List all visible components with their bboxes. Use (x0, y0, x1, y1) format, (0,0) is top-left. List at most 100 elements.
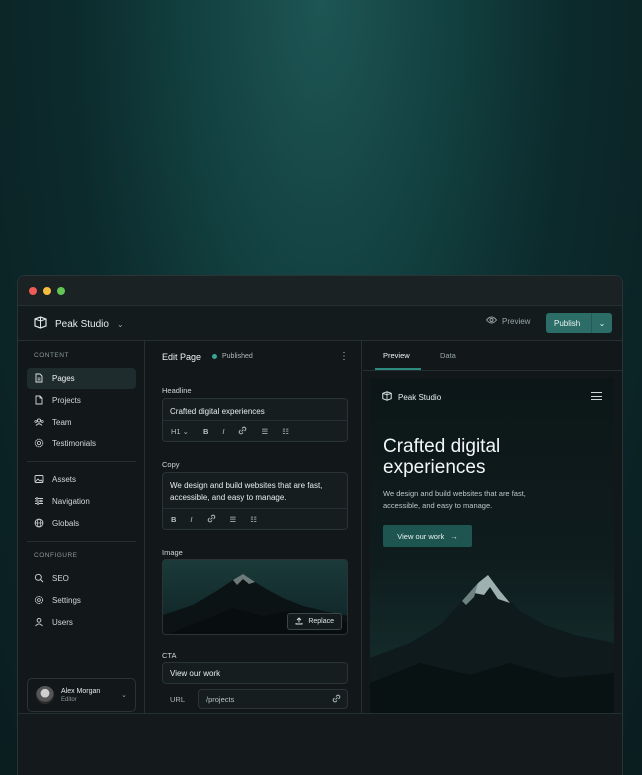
arrow-right-icon: → (450, 531, 458, 541)
status-badge: Published (212, 353, 253, 360)
preview-button[interactable]: Preview (485, 316, 530, 326)
link-icon[interactable] (207, 514, 216, 525)
close-window-button[interactable] (29, 287, 37, 295)
image-field: Replace (162, 559, 348, 635)
italic-icon[interactable]: I (222, 427, 224, 436)
preview-tabs: Preview Data (363, 341, 622, 371)
section-label-configure: CONFIGURE (34, 552, 78, 559)
sidebar-item-settings[interactable]: Settings (27, 590, 136, 611)
section-label-content: CONTENT (34, 352, 69, 359)
page-icon (34, 373, 44, 385)
numbered-list-icon[interactable]: ☷ (282, 427, 289, 436)
bold-icon[interactable]: B (171, 515, 176, 524)
hero-cta-label: View our work (397, 531, 445, 541)
upload-icon (295, 616, 303, 627)
cta-label: CTA (162, 651, 177, 660)
sidebar-item-projects[interactable]: Projects (27, 390, 136, 411)
sidebar-item-pages[interactable]: Pages (27, 368, 136, 389)
user-menu[interactable]: Alex Morgan Editor ⌄ (27, 678, 136, 712)
sidebar-item-testimonials[interactable]: Testimonials (27, 433, 136, 454)
app-header: Peak Studio ⌄ Preview Publish ⌄ (18, 306, 622, 341)
sidebar-item-users[interactable]: Users (27, 612, 136, 633)
menu-icon[interactable] (591, 392, 602, 403)
image-label: Image (162, 548, 183, 557)
cta-field: View our work (162, 662, 348, 684)
url-value: /projects (206, 694, 235, 704)
sidebar-divider (27, 461, 136, 462)
link-icon[interactable] (332, 694, 341, 705)
sidebar: CONTENT Pages Projects Team Testimonials… (18, 341, 145, 713)
status-dot-icon (212, 354, 217, 359)
sidebar-item-label: Users (52, 618, 73, 627)
workspace-switcher[interactable]: Peak Studio ⌄ (34, 316, 124, 332)
file-icon (34, 395, 44, 407)
preview-brand-name: Peak Studio (398, 392, 442, 402)
sidebar-item-label: Globals (52, 519, 80, 528)
sidebar-item-label: Team (52, 418, 72, 427)
url-label: URL (170, 694, 186, 704)
heading-level-select[interactable]: H1 ⌄ (171, 427, 189, 436)
bold-icon[interactable]: B (203, 427, 208, 436)
user-name: Alex Morgan (61, 687, 101, 695)
numbered-list-icon[interactable]: ☷ (250, 515, 257, 524)
hero-cta-button[interactable]: View our work → (383, 525, 472, 547)
copy-toolbar: B I ☰ ☷ (163, 508, 347, 529)
navigation-icon (34, 496, 44, 508)
more-options-icon[interactable]: ⋮ (339, 351, 349, 362)
sidebar-item-label: Assets (52, 475, 77, 484)
window-footer (18, 713, 622, 775)
headline-editor: Crafted digital experiences H1 ⌄ B I ☰ ☷ (162, 398, 348, 442)
copy-input[interactable]: We design and build websites that are fa… (163, 473, 347, 511)
sidebar-item-label: SEO (52, 574, 69, 583)
chevron-down-icon: ⌄ (116, 319, 124, 329)
mountain-hero-image (370, 575, 614, 713)
image-icon (34, 474, 44, 486)
minimize-window-button[interactable] (43, 287, 51, 295)
publish-button-group: Publish ⌄ (546, 313, 612, 333)
sidebar-item-seo[interactable]: SEO (27, 568, 136, 589)
user-role: Editor (61, 696, 77, 703)
globe-icon (34, 518, 44, 530)
sidebar-divider (27, 541, 136, 542)
active-tab-indicator (375, 368, 421, 370)
tab-data[interactable]: Data (440, 351, 456, 360)
chevron-down-icon: ⌄ (121, 692, 127, 699)
search-icon (34, 573, 44, 585)
url-input[interactable]: /projects (198, 689, 348, 709)
sidebar-item-label: Settings (52, 596, 81, 605)
site-preview: Peak Studio Crafted digital experiences … (370, 378, 614, 713)
sidebar-item-assets[interactable]: Assets (27, 469, 136, 490)
headline-toolbar: H1 ⌄ B I ☰ ☷ (163, 420, 347, 441)
logo-icon (382, 391, 392, 403)
heading-level-value: H1 (171, 426, 181, 436)
logo-icon (34, 316, 47, 332)
sidebar-item-team[interactable]: Team (27, 412, 136, 433)
tab-preview[interactable]: Preview (383, 351, 410, 360)
publish-button[interactable]: Publish (546, 319, 591, 328)
app-window: Peak Studio ⌄ Preview Publish ⌄ CONTENT … (17, 275, 623, 775)
bullet-list-icon[interactable]: ☰ (230, 515, 237, 524)
maximize-window-button[interactable] (57, 287, 65, 295)
link-icon[interactable] (238, 426, 247, 437)
replace-label: Replace (308, 618, 334, 625)
page-editor: Edit Page Published ⋮ Headline Crafted d… (146, 341, 362, 713)
editor-title: Edit Page (162, 352, 202, 362)
sidebar-item-label: Navigation (52, 497, 90, 506)
avatar (36, 686, 54, 704)
italic-icon[interactable]: I (190, 515, 192, 524)
headline-label: Headline (162, 386, 192, 395)
status-label: Published (222, 353, 253, 360)
sidebar-item-navigation[interactable]: Navigation (27, 491, 136, 512)
url-field: URL /projects (162, 689, 348, 709)
copy-label: Copy (162, 460, 180, 469)
user-icon (34, 617, 44, 629)
preview-brand: Peak Studio (382, 391, 441, 403)
badge-icon (34, 438, 44, 450)
sidebar-item-label: Testimonials (52, 439, 97, 448)
publish-options-chevron-icon[interactable]: ⌄ (592, 319, 612, 328)
sidebar-item-globals[interactable]: Globals (27, 513, 136, 534)
replace-image-button[interactable]: Replace (287, 613, 342, 630)
bullet-list-icon[interactable]: ☰ (261, 427, 268, 436)
gear-icon (34, 595, 44, 607)
cta-input[interactable]: View our work (163, 663, 347, 685)
